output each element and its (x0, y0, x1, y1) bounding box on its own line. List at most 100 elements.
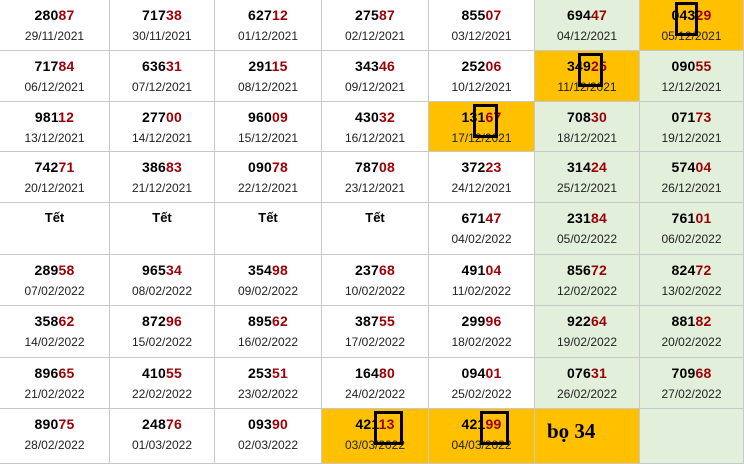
number-last-two: 62 (58, 313, 75, 329)
holiday-label: Tết (152, 210, 172, 225)
number-prefix: 275 (355, 7, 379, 23)
result-cell: 34925 11/12/2021 (535, 51, 640, 102)
highlight-box (578, 53, 604, 87)
number-prefix: 890 (34, 416, 59, 432)
result-date: 17/02/2022 (344, 335, 406, 349)
number-prefix: 742 (34, 159, 59, 175)
number-prefix: 895 (248, 313, 272, 329)
highlight-box (675, 2, 699, 36)
result-cell: 67147 04/02/2022 (429, 203, 535, 255)
result-number: 27700 (110, 109, 214, 125)
result-number: 89562 (215, 313, 321, 329)
number-prefix: 289 (34, 262, 59, 278)
number-last-two: 15 (271, 58, 288, 74)
result-cell: 16480 24/02/2022 (322, 358, 429, 409)
number-prefix: 372 (461, 159, 486, 175)
result-cell: 42113 03/03/2022 (322, 409, 429, 464)
result-date: 08/12/2021 (237, 80, 299, 94)
number-prefix: 299 (461, 313, 486, 329)
result-number: 87296 (110, 313, 214, 329)
result-date: 23/02/2022 (237, 387, 299, 401)
result-number: 82472 (640, 262, 743, 278)
number-prefix: 387 (355, 313, 379, 329)
result-cell: 09390 02/03/2022 (215, 409, 322, 464)
number-prefix: 694 (567, 7, 591, 23)
number-last-two: 96 (485, 313, 502, 329)
number-last-two: 78 (271, 159, 288, 175)
result-cell: 27700 14/12/2021 (110, 102, 215, 152)
result-cell: 96534 08/02/2022 (110, 255, 215, 306)
number-prefix: 981 (34, 109, 59, 125)
result-cell: 69447 04/12/2021 (535, 0, 640, 51)
number-prefix: 636 (142, 58, 166, 74)
holiday-label: Tết (44, 210, 65, 225)
number-last-two: 32 (378, 109, 395, 125)
result-number: 69447 (535, 7, 639, 23)
number-last-two: 84 (58, 58, 75, 74)
result-date: 07/12/2021 (131, 80, 193, 94)
number-prefix: 358 (34, 313, 59, 329)
number-prefix: 410 (142, 365, 166, 381)
result-number: 09390 (215, 416, 321, 432)
result-cell: 35862 14/02/2022 (0, 306, 110, 358)
result-date: 16/02/2022 (237, 335, 299, 349)
number-last-two: 83 (165, 159, 182, 175)
result-cell: Tết (322, 203, 429, 255)
result-number: 24876 (110, 416, 214, 432)
result-number: 31424 (535, 159, 639, 175)
result-number: 09055 (640, 58, 743, 74)
result-cell: 96009 15/12/2021 (215, 102, 322, 152)
number-prefix: 491 (461, 262, 486, 278)
result-date: 12/12/2021 (661, 80, 722, 94)
number-prefix: 071 (671, 109, 696, 125)
result-date: 01/12/2021 (237, 29, 299, 43)
number-prefix: 090 (671, 58, 696, 74)
number-last-two: 08 (378, 159, 395, 175)
number-prefix: 761 (671, 210, 696, 226)
number-last-two: 24 (590, 159, 607, 175)
result-number: 70968 (640, 365, 743, 381)
result-number: 38755 (322, 313, 428, 329)
result-date: 19/02/2022 (556, 335, 618, 349)
number-prefix: 574 (671, 159, 696, 175)
result-cell: 78708 23/12/2021 (322, 152, 429, 203)
number-prefix: 343 (355, 58, 379, 74)
number-last-two: 65 (58, 365, 75, 381)
result-date: 13/12/2021 (24, 131, 85, 145)
result-cell: 63631 07/12/2021 (110, 51, 215, 102)
result-cell: 76101 06/02/2022 (640, 203, 744, 255)
result-date: 27/02/2022 (661, 387, 722, 401)
number-prefix: 872 (142, 313, 166, 329)
result-number: 23768 (322, 262, 428, 278)
number-last-two: 84 (590, 210, 607, 226)
result-date: 21/12/2021 (131, 181, 193, 195)
result-date: 06/12/2021 (24, 80, 85, 94)
number-last-two: 58 (58, 262, 75, 278)
result-cell: 31424 25/12/2021 (535, 152, 640, 203)
number-last-two: 82 (695, 313, 712, 329)
result-cell: 49104 11/02/2022 (429, 255, 535, 306)
result-cell: 88182 20/02/2022 (640, 306, 744, 358)
result-date: 28/02/2022 (24, 438, 85, 452)
number-prefix: 856 (567, 262, 591, 278)
number-last-two: 06 (485, 58, 502, 74)
result-number: 49104 (429, 262, 534, 278)
result-date: 22/12/2021 (237, 181, 299, 195)
result-number: 74271 (0, 159, 109, 175)
result-cell: bọ 34 (535, 409, 640, 464)
result-cell: 23768 10/02/2022 (322, 255, 429, 306)
number-last-two: 72 (590, 262, 607, 278)
result-number: 29996 (429, 313, 534, 329)
result-number: 35862 (0, 313, 109, 329)
result-number: 09401 (429, 365, 534, 381)
result-date: 13/02/2022 (661, 284, 722, 298)
result-cell: 87296 15/02/2022 (110, 306, 215, 358)
result-date: 02/03/2022 (237, 438, 299, 452)
number-last-two: 68 (378, 262, 395, 278)
result-number: 37223 (429, 159, 534, 175)
number-prefix: 896 (34, 365, 59, 381)
number-prefix: 093 (248, 416, 272, 432)
number-prefix: 280 (34, 7, 59, 23)
number-prefix: 709 (671, 365, 696, 381)
result-cell: 62712 01/12/2021 (215, 0, 322, 51)
